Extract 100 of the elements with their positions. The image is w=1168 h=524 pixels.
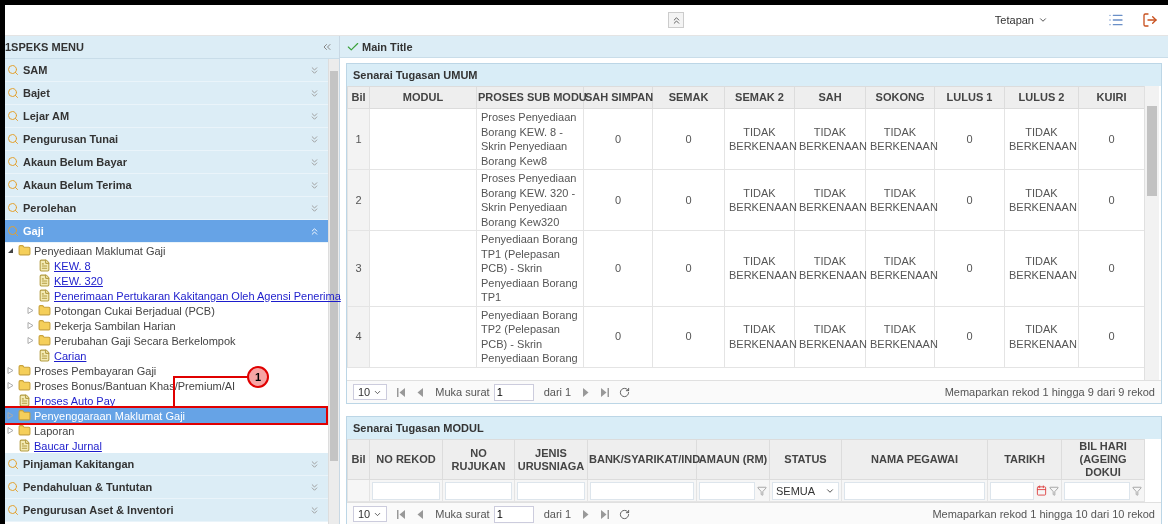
search-icon xyxy=(7,202,19,214)
first-page-icon[interactable] xyxy=(397,509,407,519)
table-cell: 0 xyxy=(652,169,725,231)
document-icon xyxy=(18,394,31,407)
column-header[interactable]: BIL HARI (AGEING DOKUI xyxy=(1061,439,1145,480)
filter-icon[interactable] xyxy=(1049,485,1059,496)
filter-field[interactable] xyxy=(1064,481,1130,500)
menu-section[interactable]: Lejar AM xyxy=(5,105,328,128)
menu-section[interactable]: Perolehan xyxy=(5,197,328,220)
tree-item[interactable]: Proses Pembayaran Gaji xyxy=(5,363,159,378)
table-cell: 0 xyxy=(1078,169,1144,231)
menu-section[interactable]: Pinjaman Kakitangan xyxy=(5,453,328,476)
table-cell: 0 xyxy=(1078,230,1144,306)
chevrons-down-icon xyxy=(309,179,320,191)
page-size-select[interactable]: 10 xyxy=(353,506,388,522)
column-header[interactable]: JENIS URUSNIAGA xyxy=(514,439,588,480)
menu-section[interactable]: Pengurusan Tunai xyxy=(5,128,328,151)
table-cell: TIDAK BERKENAAN xyxy=(1004,230,1079,306)
scrollbar[interactable] xyxy=(1144,86,1159,380)
collapse-header-button[interactable] xyxy=(668,12,684,28)
filter-field[interactable] xyxy=(517,481,585,500)
column-header[interactable]: SAH xyxy=(794,86,866,109)
chevrons-down-icon xyxy=(309,481,320,493)
column-header[interactable]: NO RUJUKAN xyxy=(442,439,515,480)
search-icon xyxy=(7,458,19,470)
column-header[interactable]: Bil xyxy=(347,439,370,480)
page-input[interactable]: 1 xyxy=(493,505,534,523)
column-header[interactable]: NO REKOD xyxy=(369,439,443,480)
calendar-icon[interactable] xyxy=(1036,485,1047,496)
tree-item[interactable]: Perubahan Gaji Secara Berkelompok xyxy=(5,333,238,348)
previous-page-icon[interactable] xyxy=(416,387,426,397)
column-header[interactable]: KUIRI xyxy=(1078,86,1144,109)
column-header[interactable]: Bil xyxy=(347,86,370,109)
filter-field[interactable] xyxy=(844,481,985,500)
table-cell: 0 xyxy=(1078,306,1144,367)
menu-title: 1SPEKS MENU xyxy=(5,41,84,53)
document-icon xyxy=(38,349,51,362)
date-field[interactable] xyxy=(990,481,1034,500)
filter-field[interactable] xyxy=(445,481,512,500)
filter-field[interactable] xyxy=(590,481,694,500)
page-size-select[interactable]: 10 xyxy=(353,384,388,400)
filter-icon[interactable] xyxy=(757,485,767,496)
tree-item[interactable]: KEW. 8 xyxy=(5,258,93,273)
filter-icon[interactable] xyxy=(1132,485,1142,496)
menu-section[interactable]: Bajet xyxy=(5,82,328,105)
tree-item[interactable]: Baucar Jurnal xyxy=(5,438,104,453)
panel-title: Senarai Tugasan UMUM xyxy=(347,64,1161,86)
document-icon xyxy=(38,259,51,272)
column-header[interactable]: PROSES SUB MODU xyxy=(476,86,584,109)
tree-item[interactable]: Pekerja Sambilan Harian xyxy=(5,318,178,333)
search-icon xyxy=(7,133,19,145)
column-header[interactable]: NAMA PEGAWAI xyxy=(841,439,988,480)
column-header[interactable]: MODUL xyxy=(369,86,477,109)
last-page-icon[interactable] xyxy=(600,387,610,397)
document-icon xyxy=(38,274,51,287)
column-header[interactable]: SOKONG xyxy=(865,86,935,109)
menu-section[interactable]: Pengurusan Aset & Inventori xyxy=(5,499,328,522)
column-header[interactable]: LULUS 1 xyxy=(934,86,1005,109)
next-page-icon[interactable] xyxy=(581,509,591,519)
tree-item[interactable]: Potongan Cukai Berjadual (PCB) xyxy=(5,303,217,318)
status-select[interactable]: SEMUA xyxy=(772,481,839,500)
table-cell: 0 xyxy=(1078,108,1144,170)
tree-item[interactable]: Proses Auto Pay xyxy=(5,393,118,408)
settings-menu[interactable]: Tetapan xyxy=(990,12,1052,28)
column-header[interactable]: STATUS xyxy=(769,439,842,480)
first-page-icon[interactable] xyxy=(397,387,407,397)
tree-item[interactable]: Penyediaan Maklumat Gaji xyxy=(5,243,168,258)
menu-section[interactable]: SAM xyxy=(5,59,328,82)
next-page-icon[interactable] xyxy=(581,387,591,397)
folder-icon xyxy=(18,424,31,437)
table-cell: 0 xyxy=(583,108,653,170)
menu-section[interactable]: Akaun Belum Terima xyxy=(5,174,328,197)
folder-icon xyxy=(18,379,31,392)
filter-field[interactable] xyxy=(699,481,755,500)
table-cell: 3 xyxy=(347,230,370,306)
table-cell: TIDAK BERKENAAN xyxy=(1004,169,1079,231)
refresh-icon[interactable] xyxy=(619,386,631,398)
table-cell: Penyediaan Borang TP2 (Pelepasan PCB) - Skrin Penyediaan Borang xyxy=(476,306,584,367)
tree-item[interactable]: KEW. 320 xyxy=(5,273,105,288)
column-header[interactable]: LULUS 2 xyxy=(1004,86,1079,109)
tree-item[interactable]: Laporan xyxy=(5,423,77,438)
menu-section[interactable]: Akaun Belum Bayar xyxy=(5,151,328,174)
filter-field[interactable] xyxy=(372,481,440,500)
last-page-icon[interactable] xyxy=(600,509,610,519)
previous-page-icon[interactable] xyxy=(416,509,426,519)
expander-icon[interactable] xyxy=(6,247,14,254)
menu-section[interactable]: Pendahuluan & Tuntutan xyxy=(5,476,328,499)
column-header[interactable]: TARIKH xyxy=(987,439,1062,480)
collapse-sidebar-icon[interactable] xyxy=(321,41,333,53)
panel-title: Senarai Tugasan MODUL xyxy=(347,417,1161,439)
page-label: Muka surat xyxy=(435,386,490,398)
table-cell: 0 xyxy=(583,169,653,231)
table-cell: 0 xyxy=(652,230,725,306)
folder-icon xyxy=(18,364,31,377)
column-header[interactable]: SEMAK 2 xyxy=(724,86,795,109)
page-input[interactable]: 1 xyxy=(493,383,534,401)
column-header[interactable]: SEMAK xyxy=(652,86,725,109)
tree-item[interactable]: Penerimaan Pertukaran Kakitangan Oleh Agensi Penerima xyxy=(5,288,343,303)
refresh-icon[interactable] xyxy=(619,508,631,520)
tree-item[interactable]: Carian xyxy=(5,348,89,363)
